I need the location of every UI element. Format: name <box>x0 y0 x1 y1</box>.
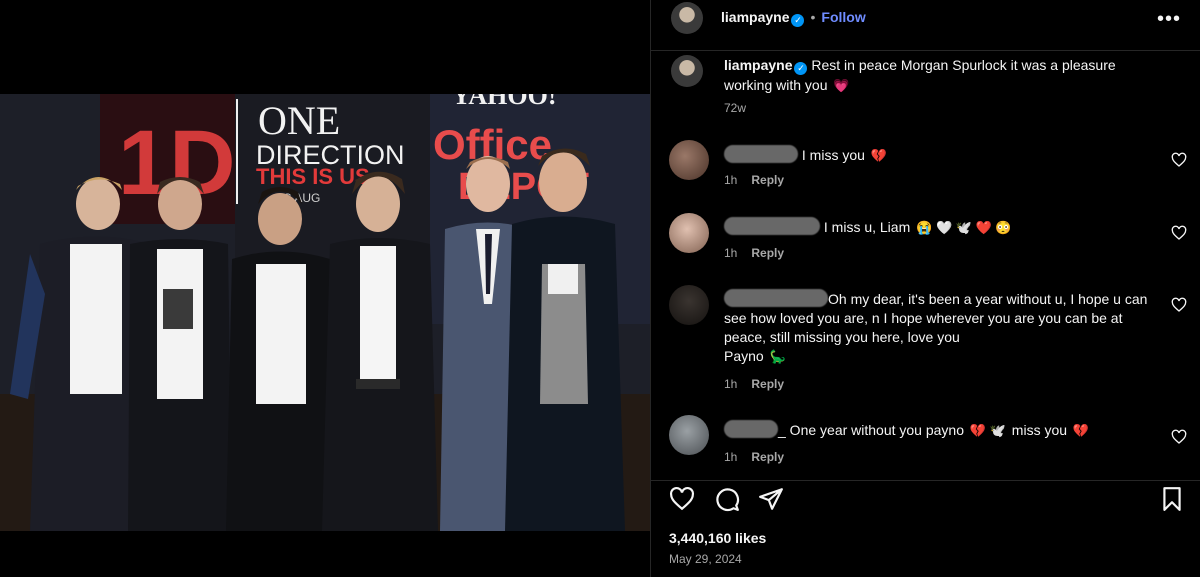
likes-count[interactable]: 3,440,160 likes <box>669 530 766 546</box>
caption-avatar[interactable] <box>671 55 703 87</box>
commenter-avatar[interactable] <box>669 285 709 325</box>
commenter-avatar[interactable] <box>669 415 709 455</box>
comment-emoji: 💔 <box>870 148 887 163</box>
comment-meta: 1h Reply <box>724 450 784 464</box>
share-send-icon[interactable] <box>758 486 784 512</box>
comment-emoji: 😭 🤍 🕊️ ❤️ 😳 <box>916 220 1012 235</box>
reply-button[interactable]: Reply <box>751 173 784 187</box>
post-header: liampayne ✓ • Follow ••• <box>651 0 1200 51</box>
commenter-username[interactable] <box>724 420 778 438</box>
comment-emoji: 💔 🕊️ <box>969 423 1006 438</box>
commenter-username[interactable] <box>724 217 820 235</box>
sponsor-top: YAHOO! <box>452 94 557 110</box>
verified-icon: ✓ <box>791 14 805 27</box>
comment-text: I miss u, Liam <box>823 219 911 235</box>
comment-time: 1h <box>724 173 738 187</box>
reply-button[interactable]: Reply <box>751 377 784 391</box>
caption-text-block: liampayne ✓ Rest in peace Morgan Spurlock… <box>724 55 1154 96</box>
like-comment-heart-icon[interactable] <box>1171 297 1187 313</box>
comment-text-block: Oh my dear, it's been a year without u, … <box>724 289 1164 366</box>
like-comment-heart-icon[interactable] <box>1171 152 1187 168</box>
author-avatar[interactable] <box>671 2 703 34</box>
post-panel: liampayne ✓ • Follow ••• liampayne ✓ Rest in… <box>650 0 1200 577</box>
banner-line3: THIS IS US <box>256 164 370 189</box>
caption-emoji: 💗 <box>833 78 850 93</box>
reply-button[interactable]: Reply <box>751 246 784 260</box>
action-bar <box>651 480 1200 520</box>
caption-time[interactable]: 72w <box>724 101 746 115</box>
save-bookmark-icon[interactable] <box>1159 486 1185 512</box>
comment-bubble-icon[interactable] <box>714 486 740 512</box>
comment-text-block: I miss u, Liam 😭 🤍 🕊️ ❤️ 😳 <box>724 217 1154 237</box>
comment-text-signature: Payno <box>724 348 764 364</box>
follow-button[interactable]: Follow <box>821 9 865 25</box>
comment-text-block: _ One year without you payno 💔 🕊️ miss y… <box>724 420 1154 440</box>
comment-text: I miss you <box>801 147 865 163</box>
comment-time: 1h <box>724 246 738 260</box>
commenter-username[interactable] <box>724 289 828 307</box>
comment-meta: 1h Reply <box>724 173 784 187</box>
verified-icon: ✓ <box>794 62 808 75</box>
comment-emoji-b: 💔 <box>1072 423 1090 438</box>
comment-time: 1h <box>724 377 738 391</box>
commenter-avatar[interactable] <box>669 140 709 180</box>
comment-text: _ One year without you payno <box>778 422 965 438</box>
banner-line1: ONE <box>258 98 340 143</box>
commenter-username[interactable] <box>724 145 798 163</box>
comment-meta: 1h Reply <box>724 246 784 260</box>
reply-button[interactable]: Reply <box>751 450 784 464</box>
like-comment-heart-icon[interactable] <box>1171 429 1187 445</box>
post-photo: 1D ONE DIRECTION THIS IS US RS AUG YAHOO… <box>0 94 650 531</box>
comment-meta: 1h Reply <box>724 377 784 391</box>
caption-username[interactable]: liampayne <box>724 57 792 73</box>
comment-text-b: miss you <box>1011 422 1068 438</box>
like-heart-icon[interactable] <box>669 486 695 512</box>
header-user: liampayne ✓ • Follow <box>721 9 866 27</box>
more-options-icon[interactable]: ••• <box>1157 8 1181 31</box>
post-date[interactable]: May 29, 2024 <box>669 552 742 566</box>
post-media[interactable]: 1D ONE DIRECTION THIS IS US RS AUG YAHOO… <box>0 0 650 577</box>
comment-text-block: I miss you 💔 <box>724 145 1154 165</box>
comment-emoji: 🦕 <box>769 349 786 364</box>
separator-dot: • <box>810 9 816 25</box>
author-username[interactable]: liampayne <box>721 9 789 25</box>
comment-time: 1h <box>724 450 738 464</box>
photo-illustration: 1D ONE DIRECTION THIS IS US RS AUG YAHOO… <box>0 94 650 531</box>
like-comment-heart-icon[interactable] <box>1171 225 1187 241</box>
commenter-avatar[interactable] <box>669 213 709 253</box>
